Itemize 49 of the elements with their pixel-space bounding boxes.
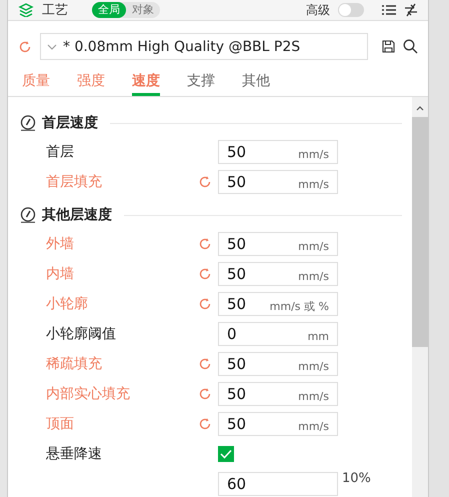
setting-label: 首层填充 xyxy=(46,173,103,191)
reset-icon[interactable] xyxy=(198,297,212,311)
input-field[interactable]: 50 mm/s xyxy=(218,412,338,436)
setting-label: 首层 xyxy=(46,143,75,161)
reset-icon[interactable] xyxy=(198,175,212,189)
tab[interactable]: 其他 xyxy=(242,68,270,96)
scrollbar[interactable] xyxy=(412,97,428,497)
reset-icon[interactable] xyxy=(198,267,212,281)
setting-label: 内部实心填充 xyxy=(46,385,131,403)
setting-label: 内墙 xyxy=(46,265,75,283)
list-icon[interactable] xyxy=(382,4,396,16)
search-icon[interactable] xyxy=(403,39,418,54)
input-field[interactable]: 50 mm/s xyxy=(218,382,338,406)
checkbox[interactable] xyxy=(218,446,234,462)
reset-icon[interactable] xyxy=(198,417,212,431)
advanced-switch[interactable] xyxy=(338,3,364,17)
layers-icon xyxy=(18,3,34,17)
section-title: 首层速度 xyxy=(42,114,98,132)
setting-label: 顶面 xyxy=(46,415,75,433)
scope-option[interactable]: 对象 xyxy=(126,2,160,18)
chevron-down-icon xyxy=(47,44,57,50)
gauge-icon xyxy=(20,207,36,223)
tab[interactable]: 支撑 xyxy=(187,68,215,96)
advanced-label: 高级 xyxy=(306,2,330,18)
input-field[interactable]: 0 mm xyxy=(218,322,338,346)
setting-label: 小轮廓 xyxy=(46,295,89,313)
preset-dropdown[interactable]: * 0.08mm High Quality @BBL P2S xyxy=(40,33,368,60)
reset-icon[interactable] xyxy=(198,357,212,371)
percent-text: 10% xyxy=(341,471,372,486)
gauge-icon xyxy=(20,115,36,131)
save-icon[interactable] xyxy=(382,40,395,53)
setting-label: 小轮廓阈值 xyxy=(46,325,117,343)
reset-icon[interactable] xyxy=(18,40,32,54)
panel-title: 工艺 xyxy=(42,2,68,19)
input-field[interactable]: 50 mm/s xyxy=(218,352,338,376)
input-field[interactable]: 60 xyxy=(218,472,338,496)
scroll-up-icon[interactable] xyxy=(415,105,425,111)
reset-icon[interactable] xyxy=(198,387,212,401)
collapse-icon[interactable] xyxy=(404,3,418,17)
section-title: 其他层速度 xyxy=(42,206,112,224)
input-field[interactable]: 50 mm/s xyxy=(218,232,338,256)
input-field[interactable]: 50 mm/s 或 % xyxy=(218,292,338,316)
setting-label: 悬垂降速 xyxy=(46,445,103,463)
reset-icon[interactable] xyxy=(198,237,212,251)
setting-label: 稀疏填充 xyxy=(46,355,103,373)
setting-label: 外墙 xyxy=(46,235,75,253)
input-field[interactable]: 50 mm/s xyxy=(218,170,338,194)
input-field[interactable]: 50 mm/s xyxy=(218,140,338,164)
input-field[interactable]: 50 mm/s xyxy=(218,262,338,286)
